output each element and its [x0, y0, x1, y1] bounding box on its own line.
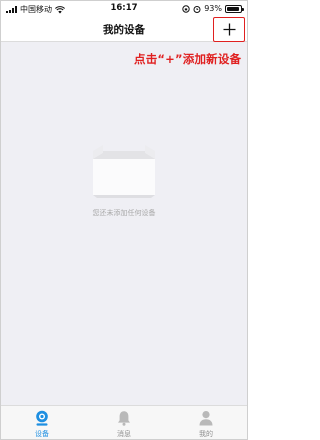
tab-bar: 设备 消息 我的 — [1, 405, 247, 439]
add-device-hint: 点击“+”添加新设备 — [134, 52, 242, 66]
status-right: 93% — [182, 4, 244, 13]
add-device-button[interactable] — [213, 17, 245, 42]
phone-screen: 中国移动 16:17 93% 我的设备 点击“+”添加新设备 您还未添加任何设备… — [0, 0, 248, 440]
status-bar: 中国移动 16:17 93% — [1, 1, 247, 17]
tab-label: 我的 — [199, 430, 213, 438]
battery-percent: 93% — [204, 4, 222, 13]
plus-icon — [223, 23, 235, 36]
empty-state-message: 您还未添加任何设备 — [92, 209, 156, 217]
tab-messages[interactable]: 消息 — [99, 406, 149, 439]
rotation-lock-icon — [182, 4, 190, 13]
alarm-icon — [193, 5, 201, 13]
bell-icon — [118, 411, 130, 426]
tab-label: 设备 — [35, 430, 49, 438]
person-icon — [199, 411, 213, 426]
battery-icon — [225, 4, 244, 13]
camera-icon — [36, 410, 48, 426]
tab-me[interactable]: 我的 — [181, 406, 231, 439]
tab-devices[interactable]: 设备 — [17, 406, 67, 439]
page-title: 我的设备 — [103, 24, 145, 36]
tab-label: 消息 — [117, 430, 131, 438]
nav-bar: 我的设备 — [1, 17, 247, 42]
empty-box-icon — [89, 143, 159, 199]
